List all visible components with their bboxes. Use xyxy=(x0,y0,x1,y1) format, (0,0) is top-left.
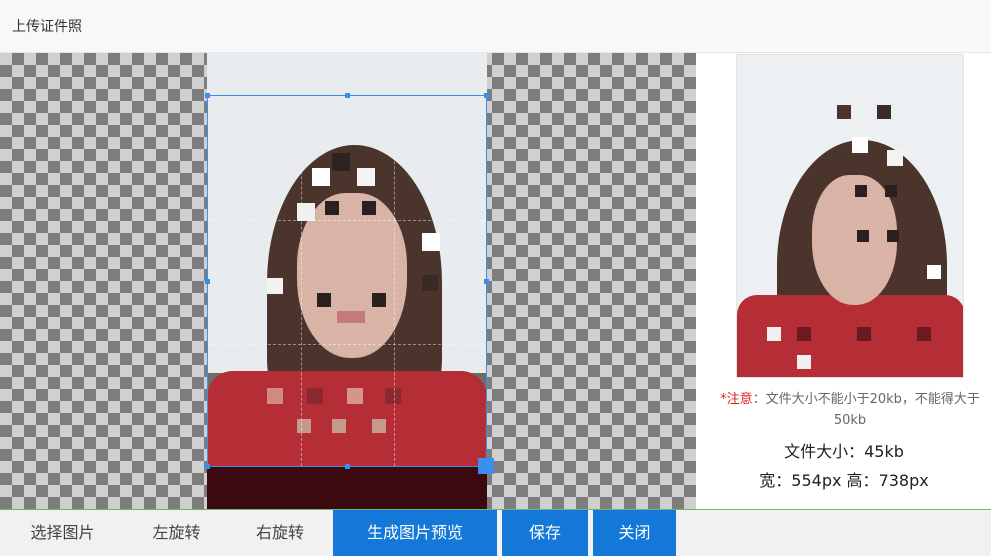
height-label: 高： xyxy=(846,471,879,490)
width-label: 宽： xyxy=(759,471,792,490)
file-size-value: 45kb xyxy=(864,442,904,461)
notice-label: *注意 xyxy=(720,392,753,407)
rotate-right-button[interactable]: 右旋转 xyxy=(228,510,332,556)
notice-text: ：文件大小不能小于20kb，不能得大于50kb xyxy=(752,392,980,428)
crop-handle-top-right[interactable] xyxy=(484,93,489,98)
crop-handle-left[interactable] xyxy=(205,279,210,284)
crop-handle-bottom-left[interactable] xyxy=(205,464,210,469)
dialog-header: 上传证件照 xyxy=(0,0,991,53)
dimensions-info: 宽：554px 高：738px xyxy=(697,467,991,491)
crop-handle-bottom[interactable] xyxy=(345,464,350,469)
save-button[interactable]: 保存 xyxy=(502,510,588,556)
width-value: 554px xyxy=(791,471,842,490)
dialog-title: 上传证件照 xyxy=(12,19,82,35)
file-size-label: 文件大小： xyxy=(784,442,865,461)
select-image-button[interactable]: 选择图片 xyxy=(0,510,125,556)
preview-image xyxy=(736,54,964,378)
crop-handle-right[interactable] xyxy=(484,279,489,284)
close-button[interactable]: 关闭 xyxy=(593,510,676,556)
crop-selection-box[interactable] xyxy=(205,93,494,474)
action-toolbar: 选择图片 左旋转 右旋转 生成图片预览 保存 关闭 xyxy=(0,509,991,556)
crop-handle-top[interactable] xyxy=(345,93,350,98)
size-notice: *注意：文件大小不能小于20kb，不能得大于50kb xyxy=(709,389,991,431)
crop-canvas[interactable] xyxy=(0,53,696,509)
preview-panel: *注意：文件大小不能小于20kb，不能得大于50kb 文件大小：45kb 宽：5… xyxy=(697,53,991,509)
crop-handle-bottom-right[interactable] xyxy=(478,458,494,474)
generate-preview-button[interactable]: 生成图片预览 xyxy=(333,510,497,556)
file-size-info: 文件大小：45kb xyxy=(697,438,991,462)
crop-handle-top-left[interactable] xyxy=(205,93,210,98)
rotate-left-button[interactable]: 左旋转 xyxy=(125,510,228,556)
height-value: 738px xyxy=(878,471,929,490)
